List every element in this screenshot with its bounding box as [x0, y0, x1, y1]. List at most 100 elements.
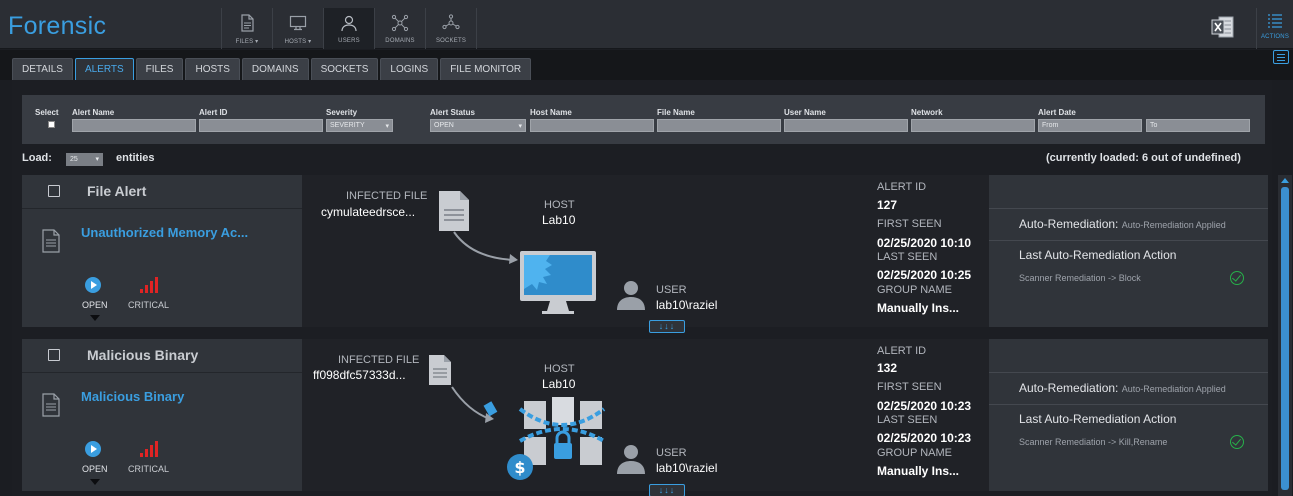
- infected-file-name[interactable]: cymulateedrsce...: [321, 205, 415, 219]
- actions-button[interactable]: ACTIONS: [1256, 8, 1293, 49]
- tab-bar: DETAILS ALERTS FILES HOSTS DOMAINS SOCKE…: [0, 50, 1293, 80]
- status-open-icon[interactable]: [85, 277, 101, 293]
- user-name[interactable]: lab10\raziel: [656, 298, 717, 312]
- load-count-select[interactable]: 25 ▾: [66, 153, 103, 166]
- severity-select[interactable]: SEVERITY ▾: [326, 119, 393, 132]
- alert-details: ALERT ID 127 FIRST SEEN 02/25/2020 10:10…: [873, 175, 989, 327]
- alert-name-link[interactable]: Unauthorized Memory Ac...: [81, 225, 248, 240]
- infected-file-icon: [439, 191, 469, 231]
- user-name-label: User Name: [784, 108, 826, 117]
- host-name[interactable]: Lab10: [542, 213, 575, 227]
- auto-remediation-label: Auto-Remediation:: [1019, 381, 1119, 395]
- ransomware-files-icon: $: [507, 397, 606, 480]
- network-icon: [442, 14, 460, 30]
- alert-date-range: From To: [1038, 118, 1250, 132]
- tab-alerts[interactable]: ALERTS: [74, 58, 134, 80]
- host-name[interactable]: Lab10: [542, 377, 575, 391]
- network-input[interactable]: [911, 119, 1035, 132]
- infected-file-label: INFECTED FILE: [346, 190, 428, 202]
- auto-remediation-label: Auto-Remediation:: [1019, 217, 1119, 231]
- excel-export-icon[interactable]: [1211, 15, 1235, 39]
- tab-file-monitor[interactable]: FILE MONITOR: [440, 58, 532, 80]
- alert-name-input[interactable]: [72, 119, 196, 132]
- nav-domains-button[interactable]: DOMAINS: [375, 8, 426, 49]
- infected-file-label: INFECTED FILE: [338, 354, 420, 366]
- alert-name-link[interactable]: Malicious Binary: [81, 389, 184, 404]
- scrollbar-thumb[interactable]: [1281, 187, 1289, 490]
- monitor-icon: [289, 15, 307, 31]
- select-all-checkbox[interactable]: [48, 121, 55, 128]
- file-name-input[interactable]: [657, 119, 781, 132]
- last-seen-label: LAST SEEN: [877, 414, 938, 426]
- nav-sockets-button[interactable]: SOCKETS: [426, 8, 477, 49]
- nav-hosts-label: HOSTS ▾: [284, 39, 312, 45]
- host-name-input[interactable]: [530, 119, 654, 132]
- filter-panel: Select Alert Name Alert ID Severity SEVE…: [22, 95, 1265, 144]
- column-chooser-icon[interactable]: [1273, 50, 1289, 64]
- alert-id-input[interactable]: [199, 119, 323, 132]
- file-icon: [241, 14, 254, 32]
- last-action-label: Last Auto-Remediation Action: [1019, 248, 1177, 262]
- user-label: USER: [656, 447, 687, 459]
- user-icon: [617, 281, 645, 310]
- select-label: Select: [35, 108, 59, 117]
- first-seen-value: 02/25/2020 10:23: [877, 399, 972, 413]
- tab-sockets[interactable]: SOCKETS: [310, 58, 379, 80]
- alert-status-select[interactable]: OPEN ▾: [430, 119, 526, 132]
- host-name-label: Host Name: [530, 108, 572, 117]
- alert-select-checkbox[interactable]: [48, 349, 60, 361]
- tab-logins[interactable]: LOGINS: [380, 58, 439, 80]
- tab-details[interactable]: DETAILS: [12, 58, 73, 80]
- user-name-input[interactable]: [784, 119, 908, 132]
- entity-nav: FILES ▾ HOSTS ▾ USERS DOMAINS SOCKETS: [221, 8, 477, 49]
- check-circle-icon: [1230, 271, 1244, 285]
- forensic-app: Forensic FILES ▾ HOSTS ▾ USERS DOMAINS S…: [0, 0, 1293, 496]
- date-to-input[interactable]: To: [1146, 119, 1250, 132]
- arrow-icon: [451, 386, 498, 423]
- file-name-label: File Name: [657, 108, 695, 117]
- network-filter: Network: [911, 108, 1035, 132]
- tab-hosts[interactable]: HOSTS: [185, 58, 240, 80]
- tab-files[interactable]: FILES: [135, 58, 184, 80]
- file-name-filter: File Name: [657, 108, 781, 132]
- expand-details-button[interactable]: ↓↓↓: [649, 320, 685, 333]
- tab-domains[interactable]: DOMAINS: [241, 58, 309, 80]
- status-dropdown-icon[interactable]: [90, 315, 100, 321]
- alert-details: ALERT ID 132 FIRST SEEN 02/25/2020 10:23…: [873, 339, 989, 491]
- nav-users-button[interactable]: USERS: [324, 8, 375, 49]
- scroll-up-icon[interactable]: [1281, 178, 1289, 183]
- first-seen-value: 02/25/2020 10:10: [877, 236, 972, 250]
- check-circle-icon: [1230, 435, 1244, 449]
- alert-name-filter: Alert Name: [72, 108, 196, 132]
- load-count-value: 25: [70, 156, 78, 163]
- load-label: Load:: [22, 152, 52, 164]
- expand-details-button[interactable]: ↓↓↓: [649, 484, 685, 496]
- alert-date-filter: Alert Date From To: [1038, 108, 1250, 132]
- infected-file-name[interactable]: ff098dfc57333d...: [313, 368, 406, 382]
- severity-bars-icon: [140, 441, 160, 457]
- auto-remediation-row: Auto-Remediation: Auto-Remediation Appli…: [1019, 217, 1226, 231]
- status-open-icon[interactable]: [85, 441, 101, 457]
- user-icon: [341, 15, 357, 32]
- severity-label: Severity: [326, 108, 358, 117]
- date-from-input[interactable]: From: [1038, 119, 1142, 132]
- alert-select-checkbox[interactable]: [48, 185, 60, 197]
- alert-status-select-value: OPEN: [434, 122, 454, 129]
- last-seen-value: 02/25/2020 10:23: [877, 431, 972, 445]
- svg-text:$: $: [514, 458, 525, 477]
- nav-hosts-button[interactable]: HOSTS ▾: [273, 8, 324, 49]
- vertical-scrollbar[interactable]: [1278, 175, 1292, 496]
- nav-files-label: FILES ▾: [235, 39, 259, 45]
- status-dropdown-icon[interactable]: [90, 479, 100, 485]
- select-all-column: Select: [35, 108, 65, 128]
- severity-label: CRITICAL: [128, 300, 170, 310]
- last-action-label: Last Auto-Remediation Action: [1019, 412, 1177, 426]
- alert-card-header: Malicious Binary: [22, 339, 302, 373]
- document-icon: [42, 393, 60, 417]
- infected-monitor-icon: [520, 251, 596, 314]
- user-name[interactable]: lab10\raziel: [656, 461, 717, 475]
- alert-summary: File Alert Unauthorized Memory Ac... OPE…: [22, 175, 302, 327]
- nav-files-button[interactable]: FILES ▾: [222, 8, 273, 49]
- top-bar: Forensic FILES ▾ HOSTS ▾ USERS DOMAINS S…: [0, 0, 1293, 49]
- alert-id-label: ALERT ID: [877, 345, 927, 357]
